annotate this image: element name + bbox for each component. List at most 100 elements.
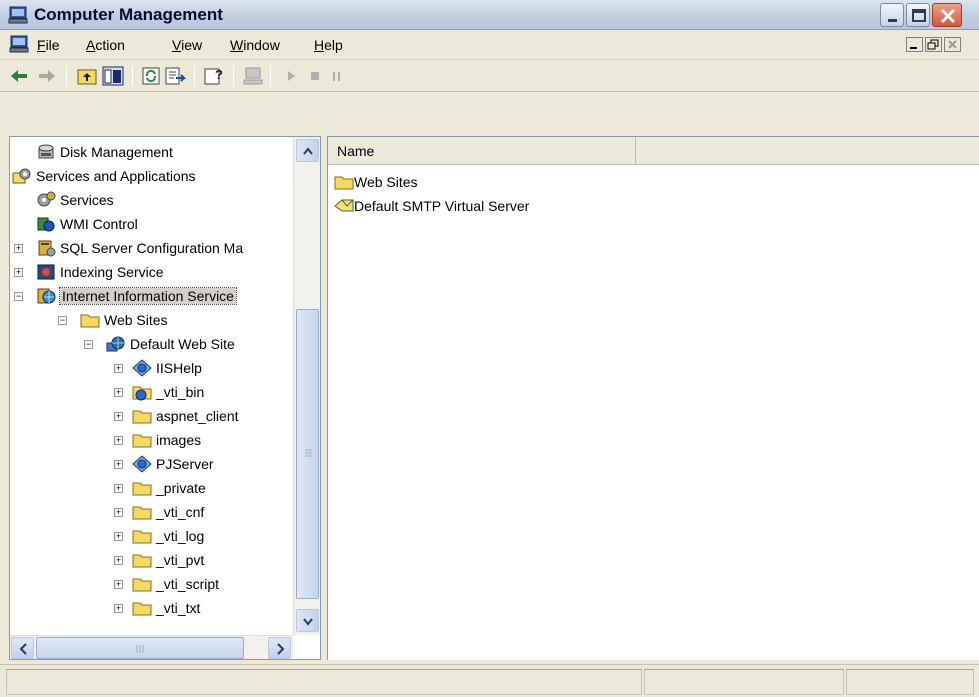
- toolbar-separator: [270, 66, 271, 86]
- collapse-button[interactable]: −: [58, 316, 67, 325]
- tree-item-iishelp[interactable]: + IISHelp: [10, 357, 292, 381]
- stop-icon[interactable]: [304, 66, 326, 86]
- list-item-label: Default SMTP Virtual Server: [354, 198, 530, 214]
- collapse-button[interactable]: −: [14, 292, 23, 301]
- close-icon: [948, 40, 957, 49]
- tree-item-default-web-site[interactable]: − Default Web Site: [10, 333, 292, 357]
- services-gear-icon: [37, 191, 56, 207]
- grip-icon: [305, 449, 312, 457]
- tree-item-services[interactable]: Services: [10, 189, 292, 213]
- folder-icon: [132, 410, 152, 424]
- tree-item-pjserver[interactable]: + PJServer: [10, 453, 292, 477]
- expand-button[interactable]: +: [114, 412, 123, 421]
- pause-icon[interactable]: [326, 66, 348, 86]
- tree-item-services-applications[interactable]: Services and Applications: [10, 165, 292, 189]
- scroll-right-button[interactable]: [268, 637, 291, 659]
- tree-item-sql-server-configuration[interactable]: + SQL Server Configuration Ma: [10, 237, 292, 261]
- tree-item-web-sites[interactable]: − Web Sites: [10, 309, 292, 333]
- tree-item-images[interactable]: + images: [10, 429, 292, 453]
- play-icon[interactable]: [280, 66, 302, 86]
- tree-horizontal-scrollbar[interactable]: [10, 635, 293, 659]
- expand-button[interactable]: +: [114, 364, 123, 373]
- tree-item-internet-information-service[interactable]: − Internet Information Service: [10, 285, 292, 309]
- expand-button[interactable]: +: [114, 508, 123, 517]
- tree-item-vti-bin[interactable]: + _vti_bin: [10, 381, 292, 405]
- maximize-button[interactable]: [906, 3, 930, 27]
- tree-item-label: SQL Server Configuration Ma: [60, 240, 244, 256]
- scroll-down-button[interactable]: [296, 609, 319, 632]
- tree-item-disk-management[interactable]: Disk Management: [10, 141, 292, 165]
- tree-item-aspnet-client[interactable]: + aspnet_client: [10, 405, 292, 429]
- scroll-up-button[interactable]: [296, 139, 319, 162]
- expand-button[interactable]: +: [114, 484, 123, 493]
- scroll-left-button[interactable]: [11, 637, 34, 659]
- expand-button[interactable]: +: [114, 604, 123, 613]
- child-minimize-button[interactable]: [906, 37, 923, 52]
- expand-button[interactable]: +: [14, 268, 23, 277]
- folder-icon: [132, 434, 152, 448]
- minimize-icon: [910, 47, 917, 49]
- connect-computer-icon[interactable]: [242, 66, 264, 86]
- folder-icon: [132, 578, 152, 592]
- collapse-button[interactable]: −: [84, 340, 93, 349]
- iis-icon: [37, 288, 56, 304]
- child-restore-button[interactable]: [925, 37, 942, 52]
- tree-item-indexing-service[interactable]: + Indexing Service: [10, 261, 292, 285]
- menu-bar: File Action View Window Help: [0, 30, 979, 60]
- close-button[interactable]: [932, 3, 962, 27]
- show-hide-tree-icon[interactable]: [102, 66, 124, 86]
- services-applications-icon: [12, 168, 31, 184]
- tree-item-vti-txt[interactable]: + _vti_txt: [10, 597, 292, 621]
- refresh-icon[interactable]: [140, 66, 162, 86]
- menu-help[interactable]: Help: [314, 37, 343, 53]
- web-app-icon: [132, 455, 152, 473]
- tree-item-label: aspnet_client: [156, 408, 239, 424]
- mmc-document-icon[interactable]: [9, 35, 29, 53]
- export-list-icon[interactable]: [164, 66, 186, 86]
- forward-arrow-icon[interactable]: [36, 66, 58, 86]
- folder-icon: [132, 602, 152, 616]
- tree-item-vti-script[interactable]: + _vti_script: [10, 573, 292, 597]
- expand-button[interactable]: +: [114, 532, 123, 541]
- help-icon[interactable]: ?: [203, 66, 225, 86]
- tree-item-vti-cnf[interactable]: + _vti_cnf: [10, 501, 292, 525]
- child-close-button[interactable]: [944, 37, 961, 52]
- menu-file[interactable]: File: [37, 37, 60, 53]
- tree-vertical-scrollbar[interactable]: [293, 137, 320, 635]
- up-one-level-icon[interactable]: [76, 66, 98, 86]
- tree-item-private[interactable]: + _private: [10, 477, 292, 501]
- tree-item-label: Web Sites: [104, 312, 168, 328]
- expand-button[interactable]: +: [114, 460, 123, 469]
- tree-item-label: Services and Applications: [36, 168, 196, 184]
- tree-item-label: WMI Control: [60, 216, 138, 232]
- expand-button[interactable]: +: [114, 556, 123, 565]
- svg-text:?: ?: [215, 67, 223, 82]
- toolbar: ?: [0, 60, 979, 92]
- menu-view-accel: V: [172, 37, 182, 53]
- tree-item-label: _vti_txt: [156, 600, 201, 616]
- back-arrow-icon[interactable]: [8, 66, 30, 86]
- scroll-thumb[interactable]: [36, 637, 244, 659]
- expand-button[interactable]: +: [114, 580, 123, 589]
- status-cell-3: [846, 669, 974, 695]
- column-header-name[interactable]: Name: [328, 137, 636, 165]
- menu-view[interactable]: View: [172, 37, 202, 53]
- computer-management-icon: [8, 6, 28, 24]
- expand-button[interactable]: +: [14, 244, 23, 253]
- minimize-button[interactable]: [880, 3, 904, 27]
- expand-button[interactable]: +: [114, 388, 123, 397]
- folder-icon: [334, 176, 354, 190]
- tree-item-vti-pvt[interactable]: + _vti_pvt: [10, 549, 292, 573]
- title-bar[interactable]: Computer Management: [0, 0, 979, 30]
- menu-action[interactable]: Action: [86, 37, 125, 53]
- tree-item-label: Disk Management: [60, 144, 173, 160]
- tree-item-vti-log[interactable]: + _vti_log: [10, 525, 292, 549]
- scroll-thumb[interactable]: [296, 309, 319, 599]
- tree-item-label: _vti_log: [156, 528, 205, 544]
- tree-item-wmi-control[interactable]: WMI Control: [10, 213, 292, 237]
- menu-window[interactable]: Window: [230, 37, 280, 53]
- folder-icon: [132, 530, 152, 544]
- chevron-left-icon: [19, 643, 27, 655]
- expand-button[interactable]: +: [114, 436, 123, 445]
- tree-item-label: IISHelp: [156, 360, 202, 376]
